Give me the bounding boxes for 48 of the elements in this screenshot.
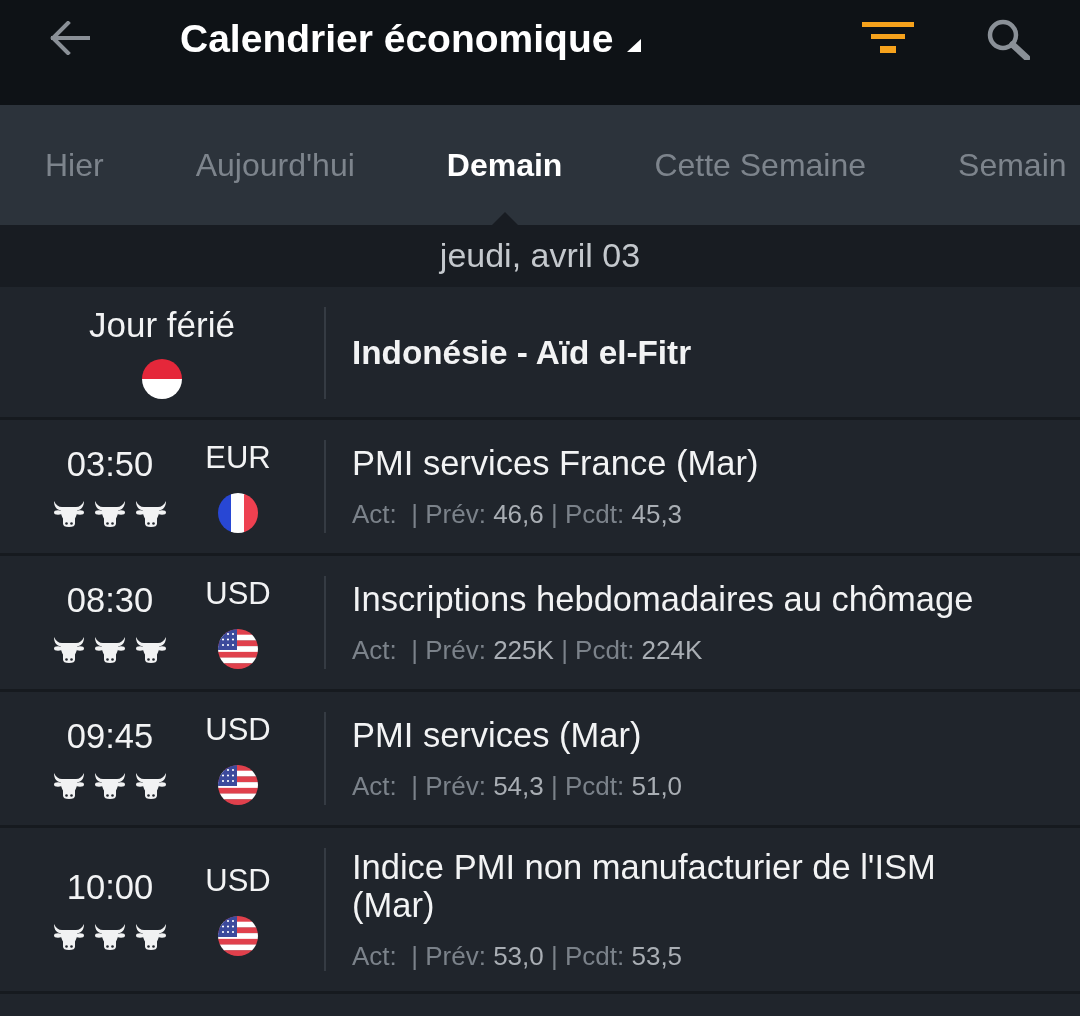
event-details: Act: | Prév: 53,0 | Pcdt: 53,5	[352, 941, 684, 971]
bull-icon	[53, 637, 85, 663]
france-flag-icon	[218, 493, 258, 533]
bull-icon	[135, 773, 167, 799]
event-title: Inscriptions hebdomadaires au chômage	[352, 580, 975, 618]
currency-code: USD	[205, 712, 271, 748]
event-time: 08:30	[66, 582, 154, 618]
event-details: Act: | Prév: 225K | Pcdt: 224K	[352, 635, 704, 665]
bull-icon	[135, 637, 167, 663]
event-title: Indice PMI non manufacturier de l'ISM (Mar)	[352, 848, 937, 924]
search-button[interactable]	[986, 18, 1030, 60]
us-flag-icon	[218, 629, 258, 669]
tab[interactable]: Semain	[958, 105, 1067, 225]
back-arrow-icon	[50, 21, 90, 55]
tab[interactable]: Hier	[45, 105, 104, 225]
tab[interactable]: Aujourd'hui	[195, 105, 355, 225]
back-button[interactable]	[50, 21, 90, 55]
tab[interactable]: Demain	[446, 105, 563, 225]
event-title: PMI services France (Mar)	[352, 444, 760, 482]
filter-button[interactable]	[862, 22, 914, 53]
tab[interactable]: Cette Semaine	[654, 105, 867, 225]
event-details: Act: | Prév: 54,3 | Pcdt: 51,0	[352, 771, 684, 801]
currency-code: EUR	[205, 440, 271, 476]
bull-icon	[53, 501, 85, 527]
bull-icon	[135, 501, 167, 527]
search-icon	[986, 18, 1030, 60]
currency-code: USD	[205, 863, 271, 899]
bull-icon	[53, 924, 85, 950]
bull-icon	[94, 924, 126, 950]
date-label: jeudi, avril 03	[439, 236, 641, 276]
bull-icon	[94, 501, 126, 527]
event-details: Act: | Prév: 46,6 | Pcdt: 45,3	[352, 499, 684, 529]
bull-icon	[94, 773, 126, 799]
event-time: 10:00	[66, 869, 154, 905]
event-time: 09:45	[66, 718, 154, 754]
indonesia-flag-icon	[142, 359, 182, 399]
bull-icon	[94, 637, 126, 663]
us-flag-icon	[218, 916, 258, 956]
event-time: 03:50	[66, 446, 154, 482]
event-title: PMI services (Mar)	[352, 716, 643, 754]
bull-icon	[135, 924, 167, 950]
dropdown-triangle-icon	[627, 38, 642, 52]
holiday-label: Jour férié	[89, 307, 235, 343]
filter-icon	[862, 22, 914, 53]
bull-icon	[53, 773, 85, 799]
holiday-title: Indonésie - Aïd el-Fitr	[352, 334, 693, 372]
currency-code: USD	[205, 576, 271, 612]
us-flag-icon	[218, 765, 258, 805]
